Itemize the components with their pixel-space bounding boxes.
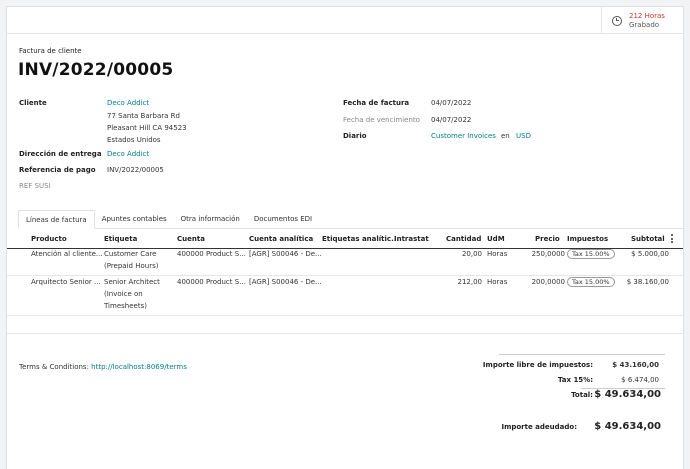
tab-edi-documents[interactable]: Documentos EDI: [246, 210, 320, 229]
row-price: 200,0000: [531, 278, 565, 286]
column-header-account[interactable]: Cuenta: [177, 235, 205, 243]
tax-amount-label: Tax 15%:: [557, 376, 593, 384]
amount-due-value: $ 49.634,00: [594, 421, 661, 432]
column-header-taxes[interactable]: Impuestos: [567, 235, 608, 243]
row-subtotal: $ 38.160,00: [626, 278, 669, 286]
row-account: 400000 Product S...: [177, 250, 246, 258]
row-product: Atención al cliente...: [31, 250, 103, 258]
tab-invoice-lines[interactable]: Líneas de factura: [18, 210, 95, 229]
terms-link[interactable]: http://localhost:8069/terms: [91, 363, 187, 371]
row-quantity: 212,00: [457, 278, 483, 286]
tax-amount-value: $ 6.474,00: [621, 376, 659, 384]
total-label: Total:: [571, 391, 593, 399]
column-header-subtotal[interactable]: Subtotal: [631, 235, 665, 243]
tab-other-info[interactable]: Otra información: [173, 210, 247, 229]
row-uom: Horas: [487, 278, 508, 286]
column-header-intrastat[interactable]: Intrastat: [394, 235, 429, 243]
customer-label: Cliente: [19, 99, 47, 107]
row-account: 400000 Product S...: [177, 278, 246, 286]
terms-and-conditions: Terms & Conditions: http://localhost:806…: [19, 363, 187, 371]
document-type: Factura de cliente: [19, 47, 82, 55]
payment-ref-field[interactable]: INV/2022/00005: [107, 166, 164, 174]
stat-label: Grabado: [629, 20, 660, 29]
invoice-form-sheet: 212 Horas Grabado Factura de cliente INV…: [6, 6, 684, 469]
row-label-line-3: Timesheets): [104, 302, 147, 310]
row-uom: Horas: [487, 250, 508, 258]
due-date-field[interactable]: 04/07/2022: [431, 116, 471, 124]
row-analytic-account: [AGR] S00046 - De...: [249, 250, 322, 258]
column-header-uom[interactable]: UdM: [487, 235, 505, 243]
invoice-date-label: Fecha de factura: [343, 99, 410, 107]
row-label-line-2: (Prepaid Hours): [104, 262, 159, 270]
column-header-label[interactable]: Etiqueta: [104, 235, 137, 243]
row-label-line-2: (Invoice on: [104, 290, 143, 298]
row-analytic-account: [AGR] S00046 - De...: [249, 278, 322, 286]
currency-link[interactable]: USD: [516, 132, 531, 140]
address-line-2: Pleasant Hill CA 94523: [107, 124, 187, 132]
total-value: $ 49.634,00: [594, 389, 661, 400]
row-divider: [7, 275, 683, 276]
untaxed-amount-value: $ 43.160,00: [612, 361, 659, 369]
tab-journal-items[interactable]: Apuntes contables: [94, 210, 174, 229]
column-header-analytic-account[interactable]: Cuenta analítica: [249, 235, 313, 243]
terms-label: Terms & Conditions:: [19, 363, 89, 371]
row-subtotal: $ 5.000,00: [631, 250, 669, 258]
button-box: 212 Horas Grabado: [7, 7, 683, 34]
delivery-label: Dirección de entrega: [19, 150, 102, 158]
due-date-label: Fecha de vencimiento: [343, 116, 420, 124]
delivery-link[interactable]: Deco Addict: [107, 150, 149, 158]
amount-due-label: Importe adeudado:: [501, 423, 577, 431]
untaxed-amount-label: Importe libre de impuestos:: [482, 361, 593, 369]
journal-label: Diario: [343, 132, 367, 140]
totals-top-rule: [499, 354, 665, 355]
journal-link[interactable]: Customer Invoices: [431, 132, 496, 140]
journal-connector: en: [501, 132, 510, 140]
row-label-line-1: Customer Care: [104, 250, 157, 258]
row-divider: [7, 315, 683, 316]
row-label-line-1: Senior Architect: [104, 278, 160, 286]
invoice-date-field[interactable]: 04/07/2022: [431, 99, 471, 107]
column-options-icon[interactable]: [671, 234, 673, 245]
column-header-quantity[interactable]: Cantidad: [446, 235, 481, 243]
column-header-analytic-tags[interactable]: Etiquetas analític...: [322, 235, 399, 243]
column-header-product[interactable]: Producto: [31, 235, 67, 243]
timesheet-stat-button[interactable]: 212 Horas Grabado: [601, 7, 683, 34]
table-footer-rule: [7, 333, 683, 334]
row-product: Arquitecto Senior ...: [31, 278, 101, 286]
address-line-1: 77 Santa Barbara Rd: [107, 112, 180, 120]
notebook-tabs: Líneas de factura Apuntes contables Otra…: [18, 210, 320, 229]
customer-link[interactable]: Deco Addict: [107, 99, 149, 107]
row-quantity: 20,00: [461, 250, 482, 258]
ref-note: REF SUSI: [19, 182, 51, 190]
row-price: 250,0000: [531, 250, 565, 258]
clock-icon: [612, 15, 622, 26]
address-line-3: Estados Unidos: [107, 136, 161, 144]
stat-value: 212 Horas: [629, 11, 665, 20]
page-title: INV/2022/00005: [18, 60, 174, 80]
column-header-price[interactable]: Precio: [535, 235, 560, 243]
payment-ref-label: Referencia de pago: [19, 166, 96, 174]
